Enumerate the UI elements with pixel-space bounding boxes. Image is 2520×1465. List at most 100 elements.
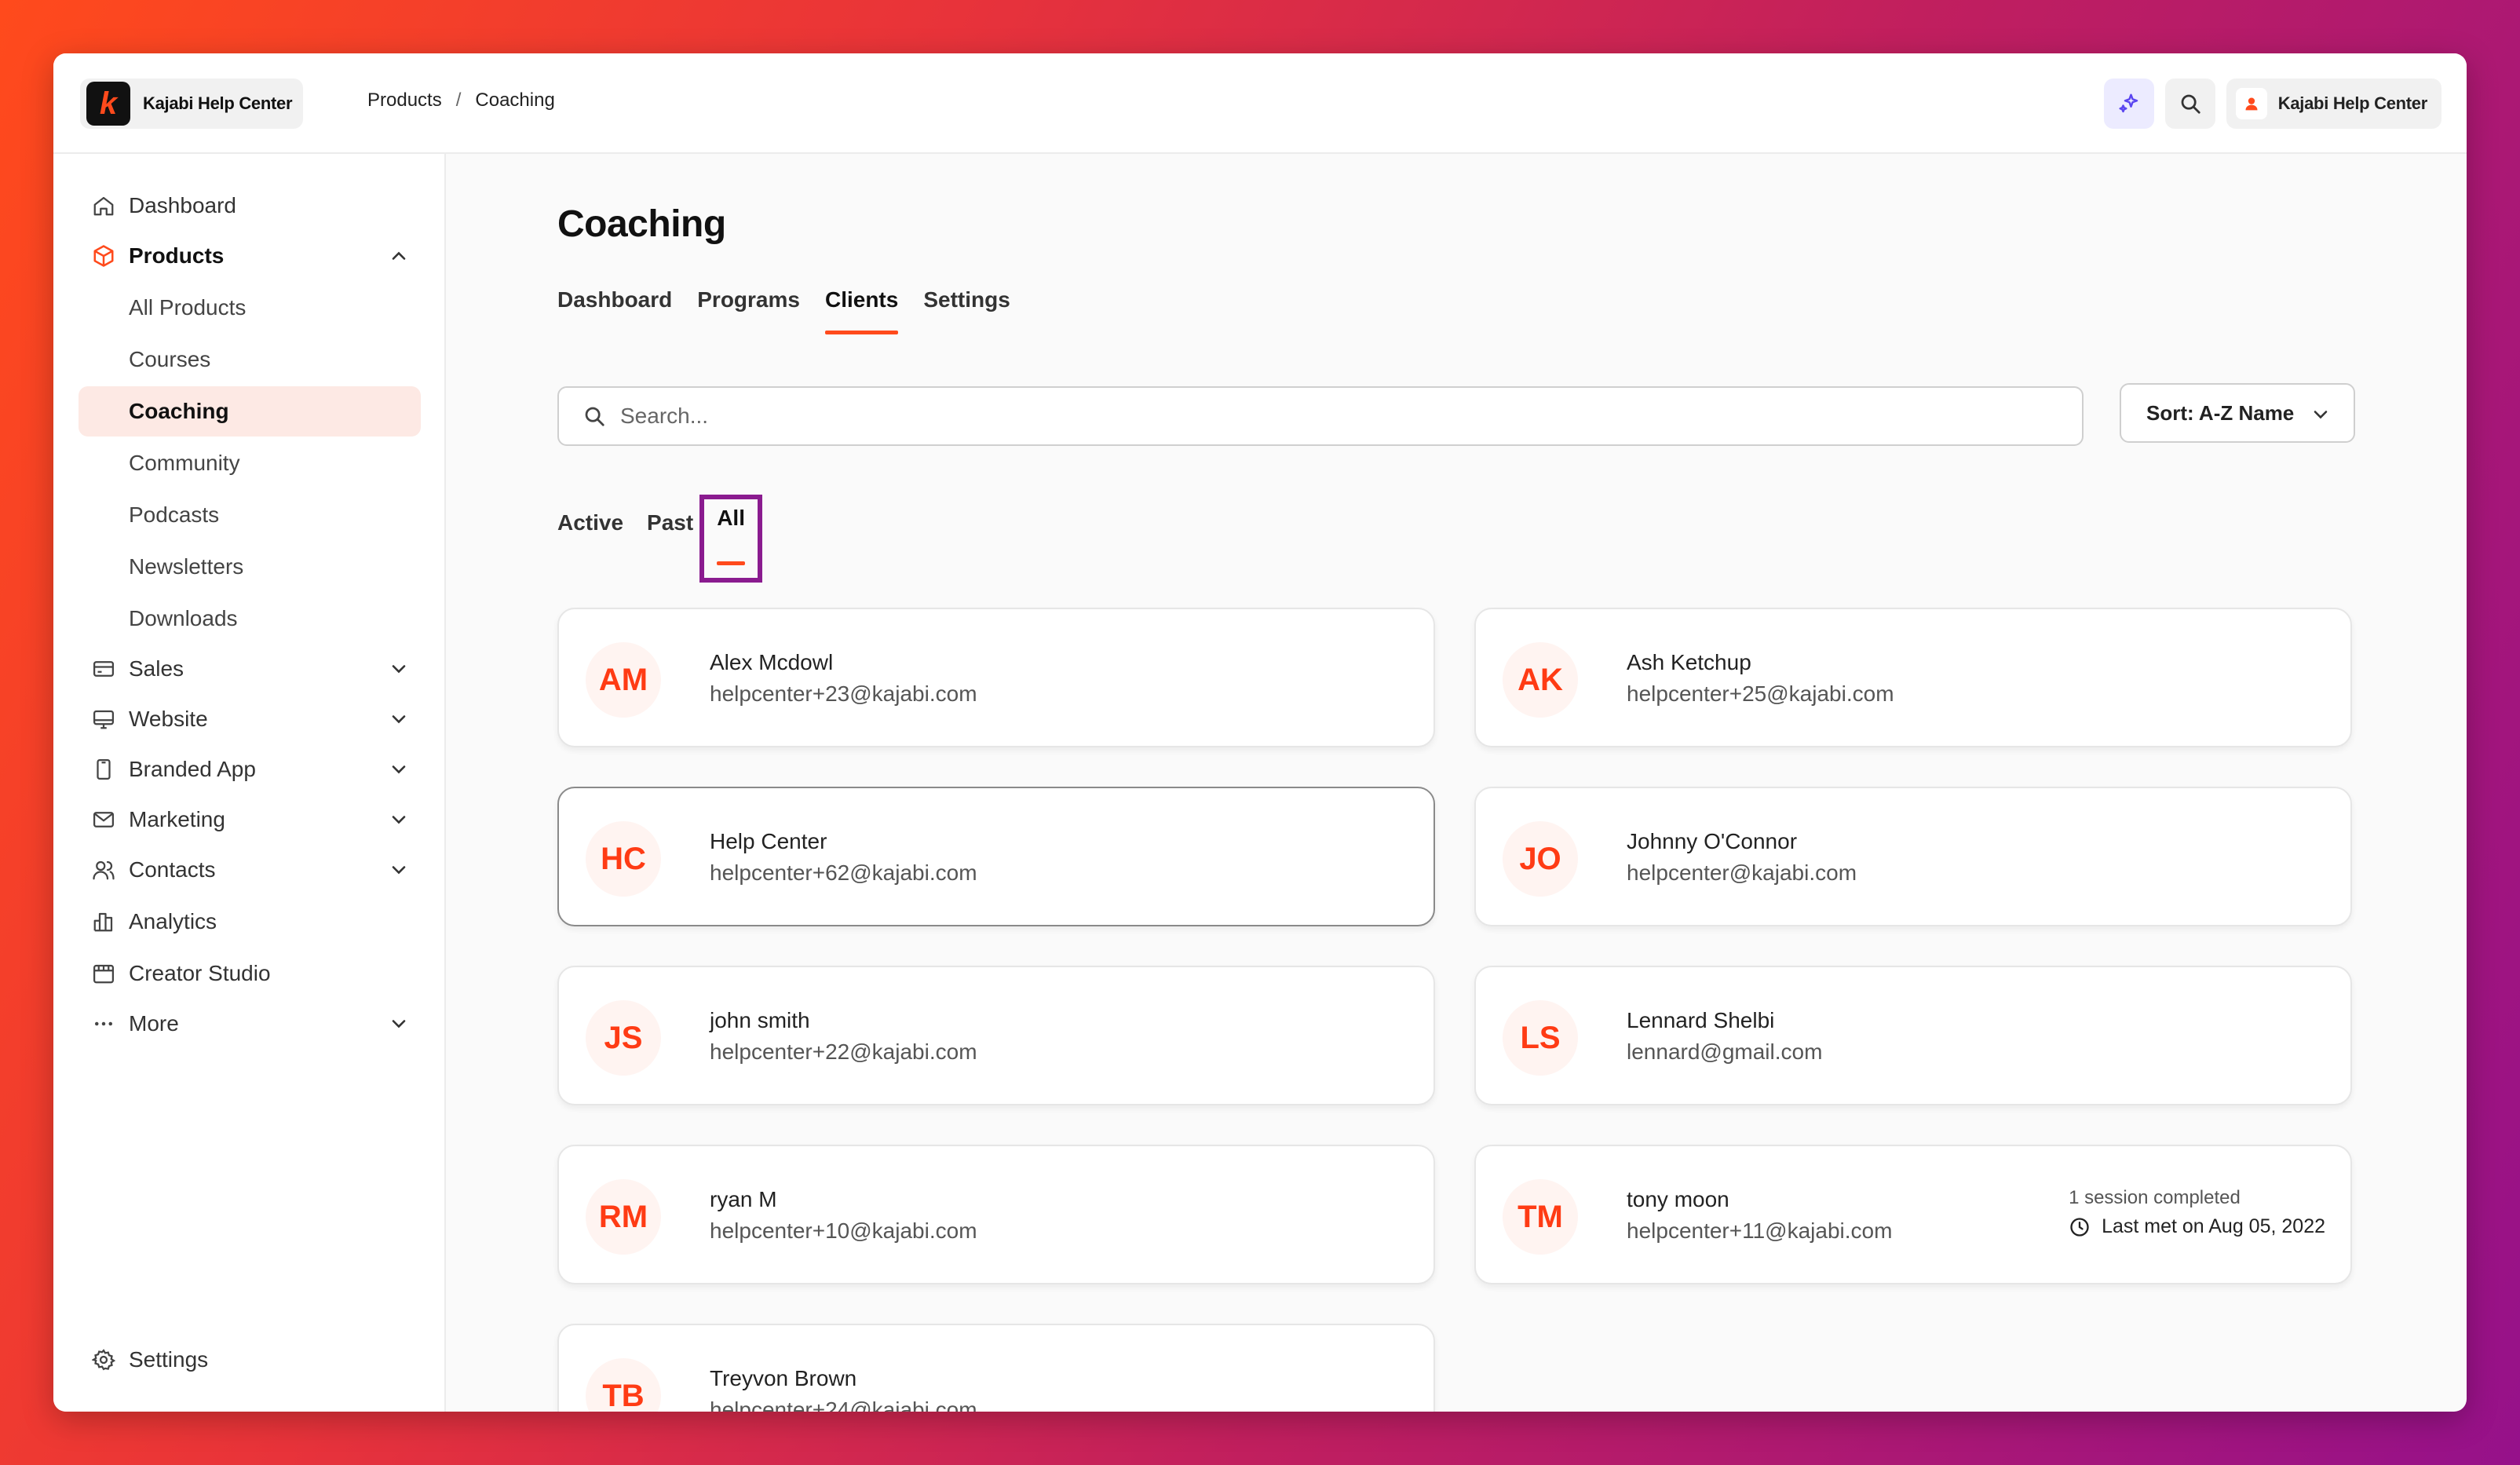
filter-all[interactable]: All — [699, 495, 762, 583]
sidebar-item-creator-studio[interactable]: Creator Studio — [79, 948, 421, 999]
sidebar: Dashboard Products All Products Courses … — [53, 154, 446, 1412]
client-avatar: LS — [1503, 1000, 1578, 1076]
credit-card-icon — [91, 656, 116, 681]
filter-active[interactable]: Active — [557, 499, 623, 546]
sidebar-item-analytics[interactable]: Analytics — [79, 897, 421, 947]
home-icon — [91, 193, 116, 218]
sort-label: Sort: A-Z Name — [2146, 400, 2295, 425]
sidebar-subitem-downloads[interactable]: Downloads — [79, 594, 421, 644]
client-avatar: AM — [586, 642, 661, 718]
breadcrumb-products[interactable]: Products — [367, 90, 442, 111]
sidebar-item-contacts[interactable]: Contacts — [79, 845, 421, 895]
sidebar-subitem-label: Podcasts — [129, 502, 220, 527]
tab-settings[interactable]: Settings — [923, 287, 1010, 334]
calendar-icon — [91, 961, 116, 986]
chevron-down-icon — [392, 715, 406, 724]
account-name: Kajabi Help Center — [2277, 93, 2428, 113]
sidebar-subitem-courses[interactable]: Courses — [79, 334, 421, 385]
client-card[interactable]: AK Ash Ketchup helpcenter+25@kajabi.com — [1474, 608, 2352, 747]
client-avatar: TM — [1503, 1179, 1578, 1255]
ai-assistant-button[interactable] — [2103, 79, 2154, 129]
session-summary: 1 session completed Last met on Aug 05, … — [2069, 1187, 2325, 1238]
breadcrumb: Products / Coaching — [367, 90, 555, 111]
client-email: helpcenter+24@kajabi.com — [710, 1397, 977, 1412]
global-search-button[interactable] — [2164, 79, 2215, 129]
sidebar-item-products[interactable]: Products — [79, 231, 421, 281]
client-email: helpcenter+11@kajabi.com — [1627, 1218, 1893, 1243]
client-avatar: HC — [586, 821, 661, 897]
client-filter-tabs: Active Past All — [557, 495, 762, 583]
sidebar-item-label: Products — [129, 243, 225, 268]
sidebar-item-label: Creator Studio — [129, 961, 271, 985]
main-content: Coaching Dashboard Programs Clients Sett… — [447, 154, 2467, 1412]
client-email: helpcenter+62@kajabi.com — [710, 860, 977, 885]
sidebar-item-label: Analytics — [129, 909, 217, 933]
search-placeholder: Search... — [620, 404, 709, 428]
brand-name: Kajabi Help Center — [143, 93, 293, 113]
chevron-down-icon — [392, 765, 406, 774]
top-actions: Kajabi Help Center — [2103, 79, 2441, 129]
client-card[interactable]: RM ryan M helpcenter+10@kajabi.com — [557, 1145, 1435, 1284]
app-window: k Kajabi Help Center Products / Coaching… — [53, 53, 2467, 1412]
chevron-down-icon — [392, 1020, 406, 1028]
tab-clients[interactable]: Clients — [824, 287, 899, 334]
page-title: Coaching — [557, 203, 726, 245]
client-card[interactable]: JS john smith helpcenter+22@kajabi.com — [557, 966, 1435, 1105]
account-avatar — [2235, 88, 2267, 119]
client-card[interactable]: JO Johnny O'Connor helpcenter@kajabi.com — [1474, 787, 2352, 926]
sidebar-subitem-podcasts[interactable]: Podcasts — [79, 490, 421, 540]
client-email: helpcenter@kajabi.com — [1627, 860, 1857, 885]
client-avatar: AK — [1503, 642, 1578, 718]
kajabi-logo-icon: k — [86, 82, 130, 126]
client-card[interactable]: HC Help Center helpcenter+62@kajabi.com — [557, 787, 1435, 926]
client-search-input[interactable]: Search... — [557, 386, 2084, 446]
client-avatar: RM — [586, 1179, 661, 1255]
sidebar-subitem-community[interactable]: Community — [79, 438, 421, 488]
sidebar-item-more[interactable]: More — [79, 999, 421, 1049]
sidebar-subitem-label: Downloads — [129, 606, 238, 630]
sidebar-subitem-coaching[interactable]: Coaching — [79, 386, 421, 437]
sidebar-item-settings[interactable]: Settings — [79, 1335, 421, 1385]
mail-icon — [91, 807, 116, 832]
client-card[interactable]: TM tony moon helpcenter+11@kajabi.com 1 … — [1474, 1145, 2352, 1284]
client-email: helpcenter+23@kajabi.com — [710, 681, 977, 706]
search-icon — [2181, 94, 2200, 114]
client-card[interactable]: AM Alex Mcdowl helpcenter+23@kajabi.com — [557, 608, 1435, 747]
smartphone-icon — [91, 757, 116, 782]
client-name: Help Center — [710, 829, 827, 853]
client-email: helpcenter+25@kajabi.com — [1627, 681, 1894, 706]
sidebar-item-website[interactable]: Website — [79, 694, 421, 744]
sidebar-item-label: Branded App — [129, 757, 256, 781]
client-name: Alex Mcdowl — [710, 650, 834, 674]
sidebar-item-label: Website — [129, 707, 208, 731]
filter-past[interactable]: Past — [647, 499, 693, 546]
breadcrumb-current: Coaching — [475, 90, 555, 111]
client-name: ryan M — [710, 1187, 777, 1211]
sessions-completed: 1 session completed — [2069, 1187, 2241, 1208]
sidebar-item-branded-app[interactable]: Branded App — [79, 744, 421, 795]
sidebar-subitem-newsletters[interactable]: Newsletters — [79, 542, 421, 592]
sidebar-item-label: Contacts — [129, 857, 216, 882]
sidebar-subitem-label: Newsletters — [129, 554, 244, 579]
chevron-down-icon — [392, 665, 406, 674]
sort-dropdown[interactable]: Sort: A-Z Name — [2120, 383, 2355, 443]
sidebar-item-sales[interactable]: Sales — [79, 644, 421, 694]
client-name: john smith — [710, 1008, 810, 1032]
sidebar-item-marketing[interactable]: Marketing — [79, 795, 421, 845]
sidebar-subitem-all-products[interactable]: All Products — [79, 283, 421, 333]
sidebar-item-label: Dashboard — [129, 193, 236, 217]
sidebar-subitem-label: Courses — [129, 347, 211, 371]
last-met-text: Last met on Aug 05, 2022 — [2102, 1215, 2325, 1237]
tab-dashboard[interactable]: Dashboard — [557, 287, 672, 334]
client-card[interactable]: TB Treyvon Brown helpcenter+24@kajabi.co… — [557, 1324, 1435, 1412]
user-icon — [2245, 97, 2258, 111]
account-menu-button[interactable]: Kajabi Help Center — [2226, 79, 2441, 129]
sidebar-item-dashboard[interactable]: Dashboard — [79, 181, 421, 231]
client-avatar: TB — [586, 1358, 661, 1412]
sidebar-subitem-label: All Products — [129, 295, 247, 320]
tab-programs[interactable]: Programs — [697, 287, 800, 334]
client-email: lennard@gmail.com — [1627, 1039, 1823, 1064]
brand-switcher[interactable]: k Kajabi Help Center — [80, 79, 303, 129]
client-name: Treyvon Brown — [710, 1366, 857, 1390]
client-card[interactable]: LS Lennard Shelbi lennard@gmail.com — [1474, 966, 2352, 1105]
